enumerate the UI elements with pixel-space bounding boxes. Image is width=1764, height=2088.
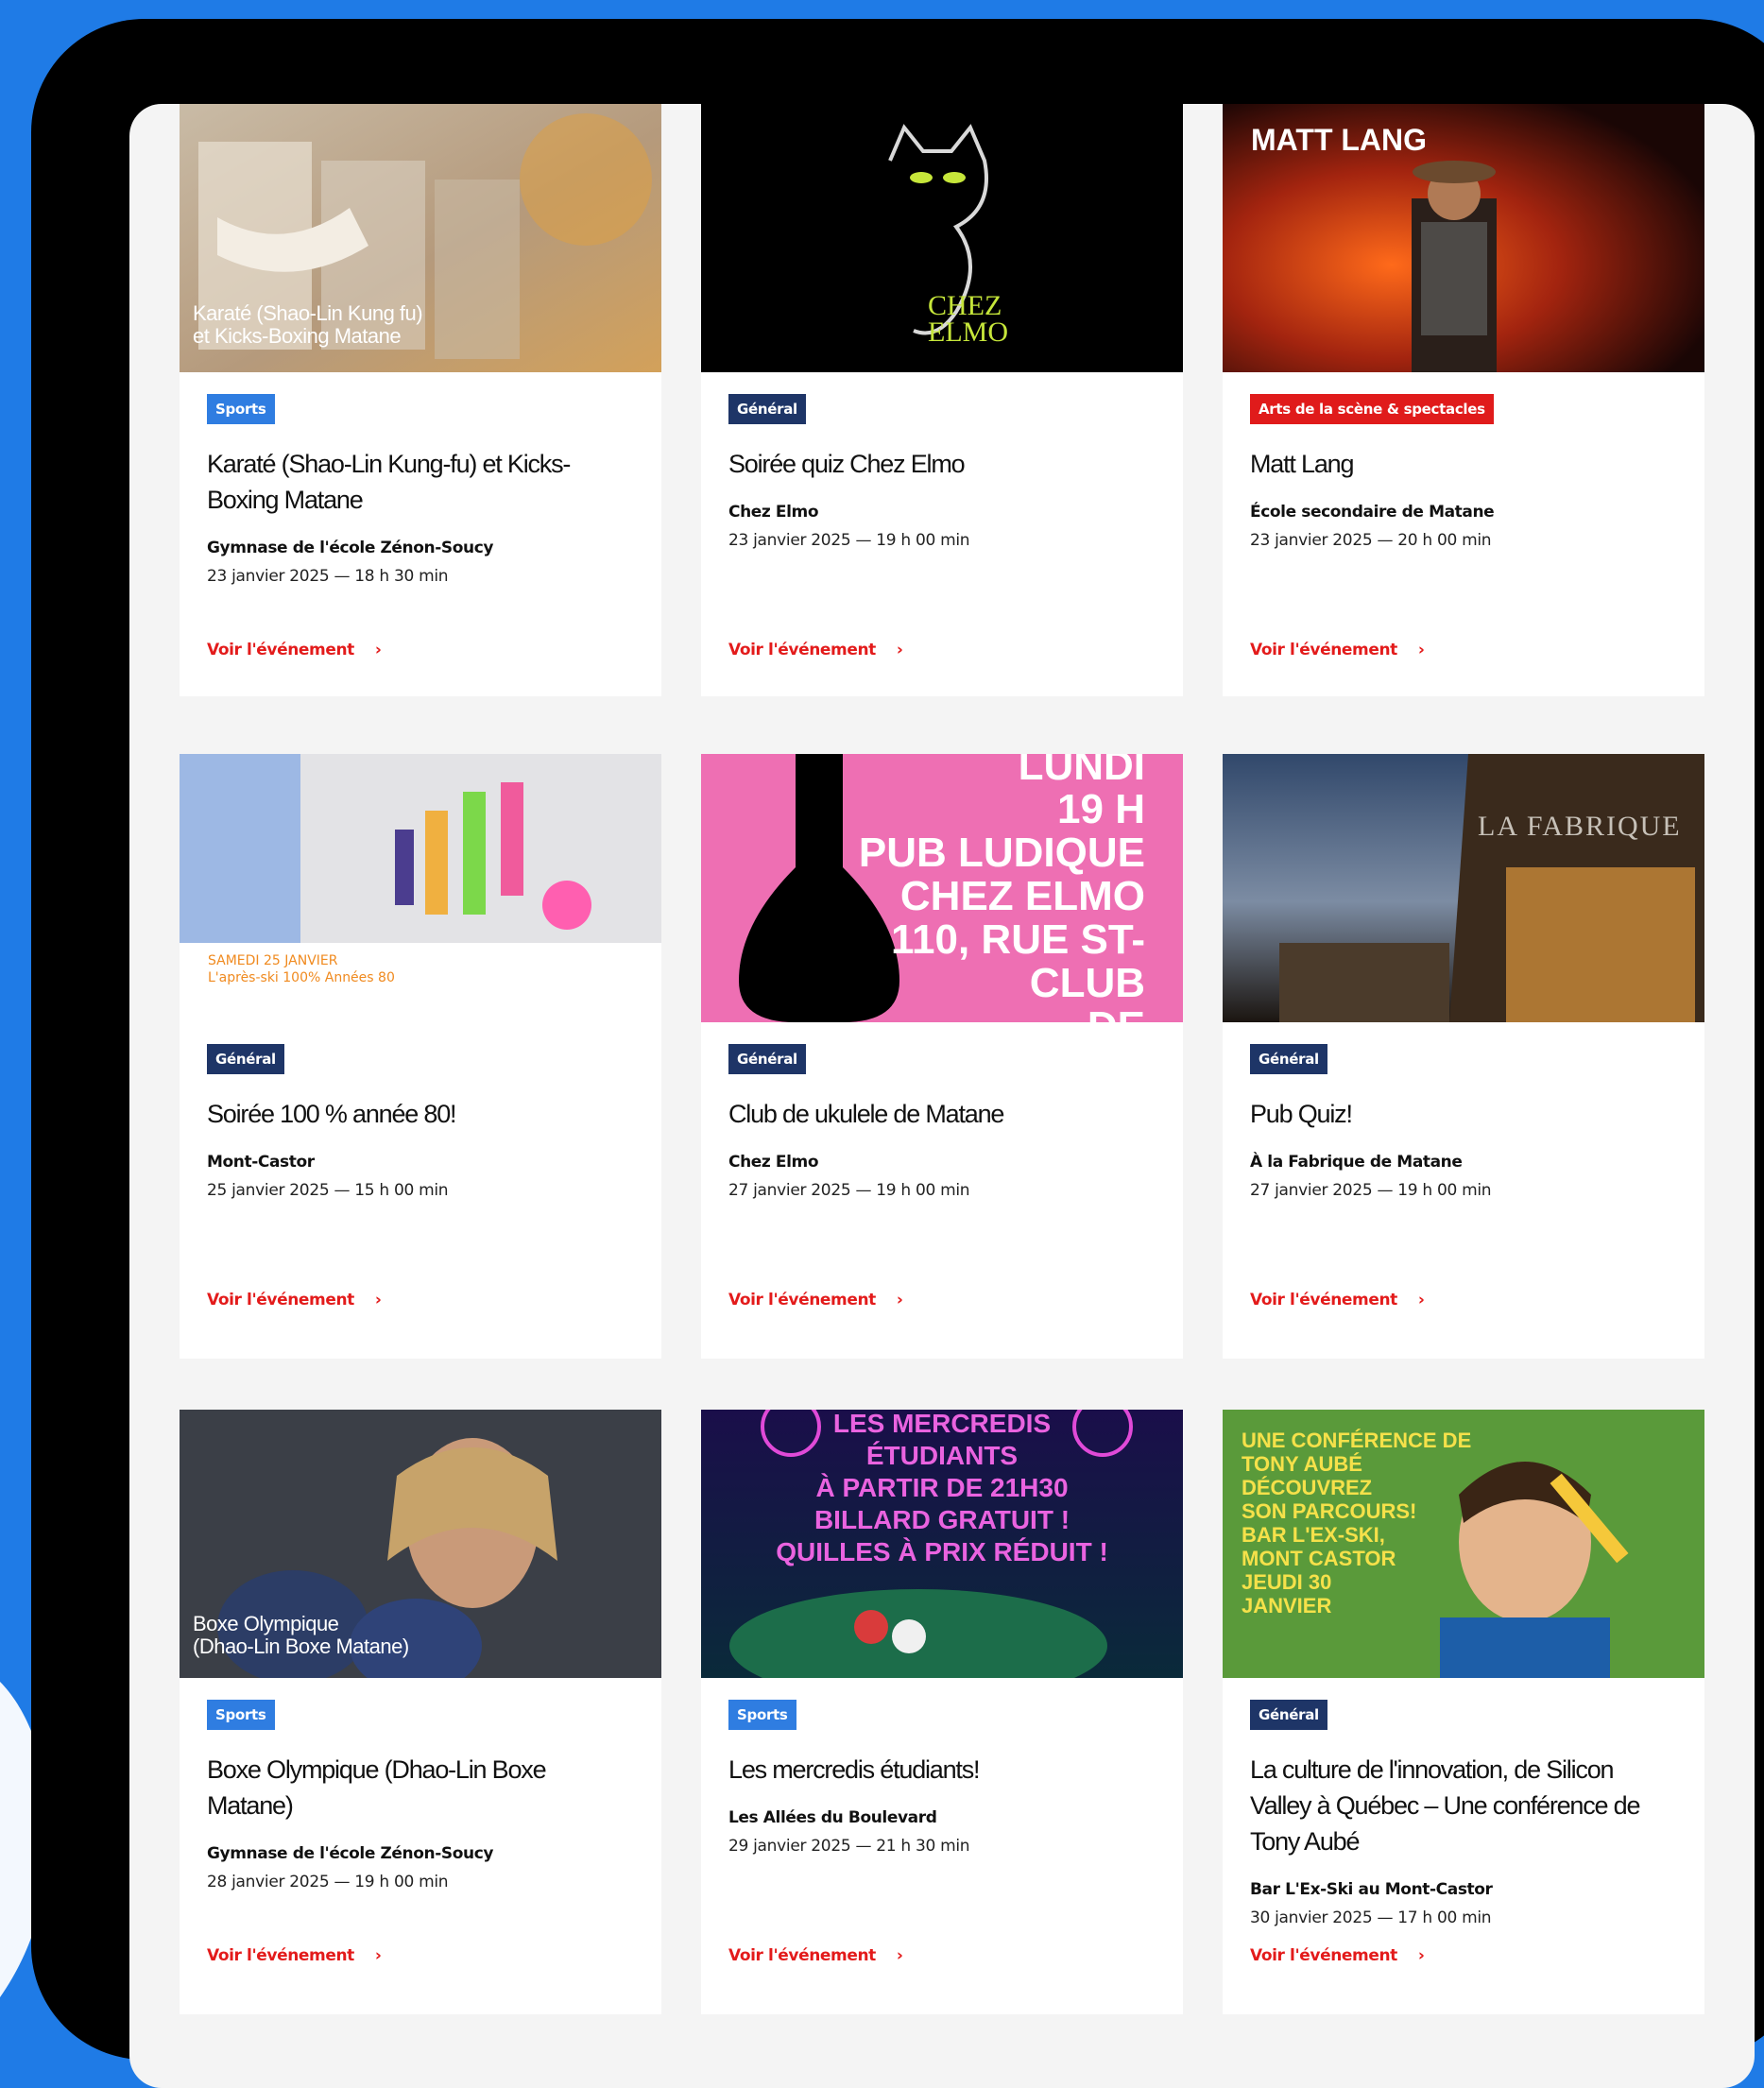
event-title[interactable]: Pub Quiz! bbox=[1250, 1096, 1675, 1132]
view-event-label: Voir l'événement bbox=[1250, 1946, 1397, 1965]
event-venue: Gymnase de l'école Zénon-Soucy bbox=[207, 1844, 494, 1863]
event-venue: Chez Elmo bbox=[728, 1153, 819, 1172]
event-title[interactable]: Les mercredis étudiants! bbox=[728, 1752, 1154, 1788]
event-card[interactable]: SAMEDI 25 JANVIER L'après-ski 100% Année… bbox=[180, 754, 661, 1359]
event-card[interactable]: MATT LANG Arts de la scène & spectacles … bbox=[1223, 104, 1704, 696]
event-title[interactable]: Matt Lang bbox=[1250, 446, 1675, 482]
view-event-link[interactable]: Voir l'événement › bbox=[728, 1291, 903, 1309]
view-event-label: Voir l'événement bbox=[207, 1946, 354, 1965]
event-title[interactable]: Soirée quiz Chez Elmo bbox=[728, 446, 1154, 482]
view-event-link[interactable]: Voir l'événement › bbox=[207, 641, 382, 659]
view-event-link[interactable]: Voir l'événement › bbox=[1250, 641, 1425, 659]
event-image[interactable]: CHEZ ELMO bbox=[701, 104, 1183, 372]
event-date: 28 janvier 2025 — 19 h 00 min bbox=[207, 1873, 449, 1891]
event-image[interactable]: Boxe Olympique (Dhao-Lin Boxe Matane) bbox=[180, 1410, 661, 1678]
event-title[interactable]: Club de ukulele de Matane bbox=[728, 1096, 1154, 1132]
category-badge: Général bbox=[1250, 1044, 1327, 1074]
chevron-right-icon: › bbox=[896, 641, 903, 659]
category-badge: Arts de la scène & spectacles bbox=[1250, 394, 1494, 424]
chevron-right-icon: › bbox=[1417, 641, 1425, 659]
image-caption: LA FABRIQUE bbox=[1478, 811, 1682, 842]
event-title[interactable]: Soirée 100 % année 80! bbox=[207, 1096, 632, 1132]
view-event-label: Voir l'événement bbox=[207, 641, 354, 659]
event-venue: Bar L'Ex-Ski au Mont-Castor bbox=[1250, 1880, 1493, 1899]
category-badge: Général bbox=[1250, 1700, 1327, 1730]
event-title[interactable]: Karaté (Shao-Lin Kung-fu) et Kicks-Boxin… bbox=[207, 446, 632, 518]
view-event-link[interactable]: Voir l'événement › bbox=[1250, 1291, 1425, 1309]
chevron-right-icon: › bbox=[896, 1946, 903, 1965]
event-image[interactable]: LUNDI 19 H PUB LUDIQUE CHEZ ELMO 110, RU… bbox=[701, 754, 1183, 1022]
view-event-label: Voir l'événement bbox=[728, 641, 876, 659]
event-venue: Les Allées du Boulevard bbox=[728, 1808, 937, 1827]
view-event-link[interactable]: Voir l'événement › bbox=[207, 1291, 382, 1309]
tablet-frame: Karaté (Shao-Lin Kung fu) et Kicks-Boxin… bbox=[31, 19, 1764, 2088]
view-event-link[interactable]: Voir l'événement › bbox=[728, 641, 903, 659]
event-image[interactable]: MATT LANG bbox=[1223, 104, 1704, 372]
chevron-right-icon: › bbox=[1417, 1291, 1425, 1309]
event-card[interactable]: Boxe Olympique (Dhao-Lin Boxe Matane) Sp… bbox=[180, 1410, 661, 2014]
event-image[interactable]: LES MERCREDIS ÉTUDIANTS À PARTIR DE 21H3… bbox=[701, 1410, 1183, 1678]
event-image[interactable]: SAMEDI 25 JANVIER L'après-ski 100% Année… bbox=[180, 754, 661, 1022]
event-image[interactable]: Karaté (Shao-Lin Kung fu) et Kicks-Boxin… bbox=[180, 104, 661, 372]
event-date: 27 janvier 2025 — 19 h 00 min bbox=[1250, 1181, 1492, 1200]
category-badge: Général bbox=[728, 394, 806, 424]
view-event-label: Voir l'événement bbox=[1250, 1291, 1397, 1309]
view-event-label: Voir l'événement bbox=[1250, 641, 1397, 659]
event-venue: École secondaire de Matane bbox=[1250, 503, 1495, 522]
image-caption: SAMEDI 25 JANVIER L'après-ski 100% Année… bbox=[208, 953, 395, 985]
event-image[interactable]: LA FABRIQUE bbox=[1223, 754, 1704, 1022]
image-caption: MATT LANG bbox=[1251, 123, 1428, 157]
view-event-link[interactable]: Voir l'événement › bbox=[728, 1946, 903, 1965]
chevron-right-icon: › bbox=[896, 1291, 903, 1309]
view-event-label: Voir l'événement bbox=[728, 1291, 876, 1309]
category-badge: Sports bbox=[207, 394, 275, 424]
view-event-link[interactable]: Voir l'événement › bbox=[207, 1946, 382, 1965]
event-card[interactable]: LES MERCREDIS ÉTUDIANTS À PARTIR DE 21H3… bbox=[701, 1410, 1183, 2014]
event-venue: Chez Elmo bbox=[728, 503, 819, 522]
event-date: 29 janvier 2025 — 21 h 30 min bbox=[728, 1837, 970, 1856]
event-venue: Gymnase de l'école Zénon-Soucy bbox=[207, 539, 494, 557]
chevron-right-icon: › bbox=[374, 1946, 382, 1965]
image-caption: LUNDI 19 H PUB LUDIQUE CHEZ ELMO 110, RU… bbox=[858, 754, 1145, 1022]
image-caption: LES MERCREDIS ÉTUDIANTS À PARTIR DE 21H3… bbox=[776, 1410, 1108, 1566]
chevron-right-icon: › bbox=[374, 641, 382, 659]
event-card[interactable]: CHEZ ELMO Général Soirée quiz Chez Elmo … bbox=[701, 104, 1183, 696]
events-grid: Karaté (Shao-Lin Kung fu) et Kicks-Boxin… bbox=[129, 104, 1755, 2088]
event-card[interactable]: UNE CONFÉRENCE DE TONY AUBÉ DÉCOUVREZ SO… bbox=[1223, 1410, 1704, 2014]
event-date: 23 janvier 2025 — 18 h 30 min bbox=[207, 567, 449, 586]
event-card[interactable]: Karaté (Shao-Lin Kung fu) et Kicks-Boxin… bbox=[180, 104, 661, 696]
event-date: 30 janvier 2025 — 17 h 00 min bbox=[1250, 1908, 1492, 1927]
image-caption: Boxe Olympique (Dhao-Lin Boxe Matane) bbox=[193, 1612, 409, 1658]
event-date: 23 janvier 2025 — 20 h 00 min bbox=[1250, 531, 1492, 550]
event-image[interactable]: UNE CONFÉRENCE DE TONY AUBÉ DÉCOUVREZ SO… bbox=[1223, 1410, 1704, 1678]
image-caption: CHEZ ELMO bbox=[928, 290, 1008, 348]
chevron-right-icon: › bbox=[1417, 1946, 1425, 1965]
view-event-label: Voir l'événement bbox=[728, 1946, 876, 1965]
view-event-label: Voir l'événement bbox=[207, 1291, 354, 1309]
event-venue: Mont-Castor bbox=[207, 1153, 315, 1172]
category-badge: Sports bbox=[207, 1700, 275, 1730]
event-title[interactable]: Boxe Olympique (Dhao-Lin Boxe Matane) bbox=[207, 1752, 632, 1823]
event-card[interactable]: LUNDI 19 H PUB LUDIQUE CHEZ ELMO 110, RU… bbox=[701, 754, 1183, 1359]
event-date: 25 janvier 2025 — 15 h 00 min bbox=[207, 1181, 449, 1200]
image-caption: Karaté (Shao-Lin Kung fu) et Kicks-Boxin… bbox=[193, 301, 423, 348]
view-event-link[interactable]: Voir l'événement › bbox=[1250, 1946, 1425, 1965]
event-venue: À la Fabrique de Matane bbox=[1250, 1153, 1463, 1172]
category-badge: Général bbox=[207, 1044, 284, 1074]
event-title[interactable]: La culture de l'innovation, de Silicon V… bbox=[1250, 1752, 1675, 1859]
chevron-right-icon: › bbox=[374, 1291, 382, 1309]
category-badge: Sports bbox=[728, 1700, 796, 1730]
event-date: 27 janvier 2025 — 19 h 00 min bbox=[728, 1181, 970, 1200]
event-date: 23 janvier 2025 — 19 h 00 min bbox=[728, 531, 970, 550]
event-card[interactable]: LA FABRIQUE Général Pub Quiz! À la Fabri… bbox=[1223, 754, 1704, 1359]
category-badge: Général bbox=[728, 1044, 806, 1074]
image-caption: UNE CONFÉRENCE DE TONY AUBÉ DÉCOUVREZ SO… bbox=[1242, 1429, 1472, 1617]
